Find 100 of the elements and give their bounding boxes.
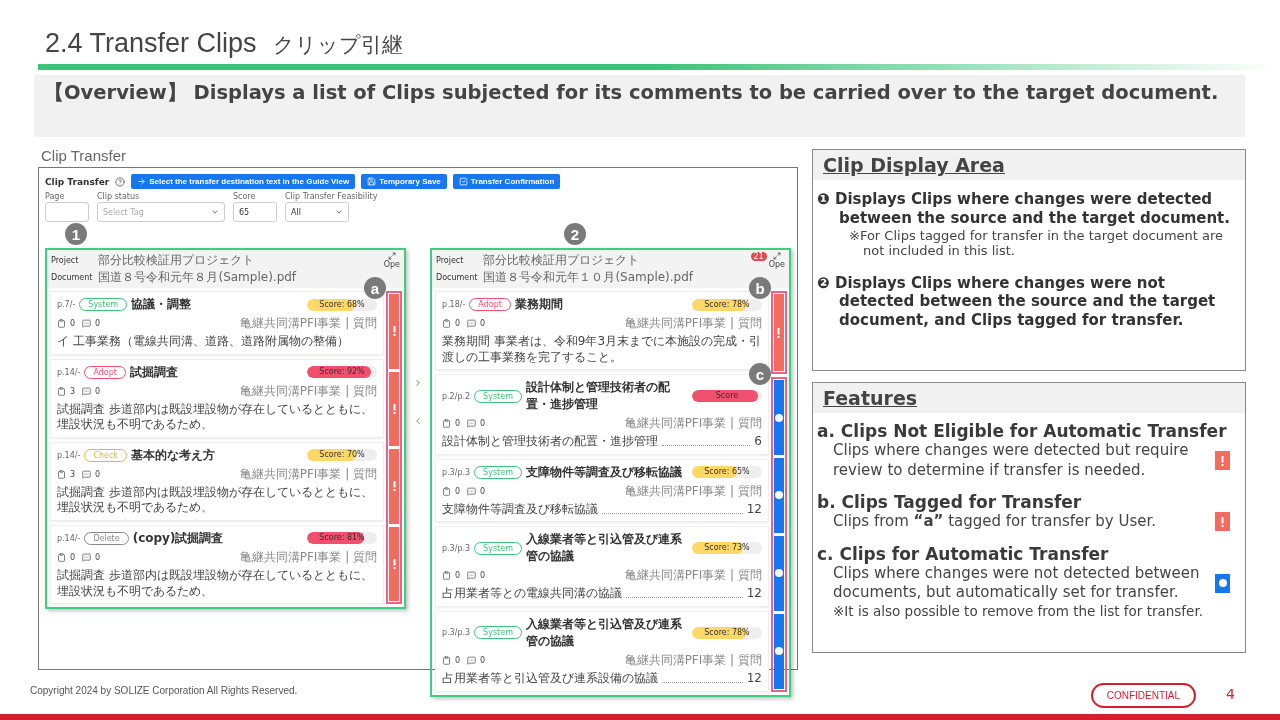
page-reference: 6 [754,434,762,450]
alert-marker[interactable] [389,449,399,524]
clipboard-icon [57,469,66,479]
document-name: 国道８号令和元年１０月(Sample).pdf [483,269,694,286]
clip-title: 業務期間 [514,296,564,313]
clipboard-icon [441,655,451,665]
description-text: ❷ Displays Clips where changes were not detected between the source and the target document, and Clips tagged for transfer. [817,273,1217,330]
clip-title: 試掘調査 [129,363,179,381]
description-text: ❶ Displays Clips where changes were detected between the source and the target document. [817,190,1231,228]
clip-meta: 亀継共同溝PFI事業 | 質問 [624,651,762,669]
page-reference: 12 [746,670,762,687]
clip-card[interactable]: p.14/- Adopt 試掘調査 Score: 92% 3 0 亀継共同溝PFI事業 | 質問 試掘調査 歩道部内は既設埋設物が存在しているとともに、埋設状況も不明であるため、 [50,358,384,438]
save-icon [367,177,377,186]
auto-marker[interactable] [774,535,784,611]
toolbar-button[interactable]: Temporary Save [361,174,447,189]
clipboard-icon [57,386,66,396]
clip-title: 設計体制と管理技術者の配置・進捗管理 [525,379,671,414]
comment-icon [467,655,477,665]
document-count: 3 [70,469,76,479]
chevron-left-icon[interactable] [413,416,423,426]
comment-count: 0 [480,571,486,581]
dot-icon [1218,579,1227,587]
comment-icon [82,552,92,562]
clip-title: 基本的な考え方 [131,446,216,464]
comment-icon [467,571,477,581]
document-label: Document [435,273,478,282]
alert-marker[interactable] [389,526,399,602]
score-text: Score: 70% [318,449,366,462]
project-name: 部分比較検証用プロジェクト [483,252,640,269]
document-name: 国道８号令和元年８月(Sample).pdf [98,269,297,286]
count-badge: 21 [750,252,767,261]
clip-text: 試掘調査 歩道部内は既設埋設物が存在しているとともに、埋設状況も不明であるため、 [57,484,374,516]
comment-icon [467,486,477,496]
help-icon[interactable] [115,176,126,187]
chevron-right-icon[interactable] [413,378,423,388]
auto-marker[interactable] [774,457,784,533]
page-number: p.18/- [441,300,466,309]
clip-title: 入線業者等と引込管及び連系管の協議 [525,615,683,650]
filter-label: Score [233,192,257,201]
toolbar-button[interactable]: Select the transfer destination text in the Guide View [131,174,356,189]
clip-card[interactable]: p.14/- Delete (copy)試掘調査 Score: 81% 0 0 亀継共同溝PFI事業 | 質問 試掘調査 歩道部内は既設埋設物が存在しているとともに、埋設状況も不明であるため、 [50,524,384,605]
clip-text: 試掘調査 歩道部内は既設埋設物が存在しているとともに、埋設状況も不明であるため、 [57,401,374,433]
input-field[interactable]: 65 [233,202,277,222]
box-title: Features [823,387,918,409]
clip-text: 設計体制と管理技術者の配置・進捗管理 [441,434,658,450]
expand-icon[interactable] [772,252,781,260]
page-reference: 12 [746,501,762,518]
note-text: ※For Clips tagged for transfer in the target document are not included in this list. [848,227,1225,258]
comment-count: 0 [95,469,101,479]
document-count: 0 [454,419,461,429]
clip-text: 試掘調査 歩道部内は既設埋設物が存在しているとともに、埋設状況も不明であるため、 [57,567,374,600]
score-text: Score: 81% [318,532,366,545]
toolbar-button[interactable]: Transfer Confirmation [452,174,561,189]
comment-icon [82,469,92,479]
clip-meta: 亀継共同溝PFI事業 | 質問 [239,382,377,400]
document-count: 0 [454,571,461,581]
overview-text: 【Overview】 Displays a list of Clips subjected for its comments to be carried over to the target document. [34,75,1245,137]
clipboard-icon [441,571,451,581]
clipboard-icon [57,319,66,328]
dot-icon [775,413,783,422]
exclamation-icon [392,403,396,414]
clip-meta: 亀継共同溝PFI事業 | 質問 [239,315,377,332]
exclamation-icon [392,326,396,337]
document-count: 3 [70,386,76,396]
dropdown-field[interactable]: All [285,202,349,222]
clip-card[interactable]: p.14/- Check 基本的な考え方 Score: 70% 3 0 亀継共同溝PFI事業 | 質問 試掘調査 歩道部内は既設埋設物が存在しているとともに、埋設状況も不明であるため、 [50,441,384,521]
comment-count: 0 [480,486,486,496]
comment-icon [467,419,477,429]
page-number: p.3/p.3 [441,543,471,553]
comment-count: 0 [480,419,486,429]
alert-marker[interactable] [389,371,399,447]
auto-marker[interactable] [774,613,784,689]
feature-heading: c. Clips for Automatic Transfer [817,543,1109,564]
comment-count: 0 [95,386,101,396]
expand-icon[interactable] [387,252,396,260]
document-count: 0 [454,655,461,665]
feature-description: Clips where changes were not detected between documents, but automatically set for transfer. [832,563,1201,603]
chevron-down-icon [211,208,219,216]
auto-marker[interactable] [774,380,784,455]
clip-text: イ 工事業務（電線共同溝、道路、道路附属物の整備） [57,334,350,350]
alert-marker[interactable] [389,294,399,369]
clip-title: 入線業者等と引込管及び連系管の協議 [525,531,683,566]
page-number: p.7/- [57,300,76,309]
screenshot-caption: Clip Transfer [41,147,128,166]
score-text: Score [714,390,740,403]
page-number: p.3/p.3 [441,467,471,477]
document-label: Document [51,273,93,282]
feature-heading: b. Clips Tagged for Transfer [817,492,1082,512]
project-label: Project [51,256,79,265]
confidential-label: CONFIDENTIAL [1090,683,1197,708]
slide-title: 2.4 Transfer Clips [45,28,257,59]
open-label[interactable]: Ope [383,260,400,269]
page-number: p.14/- [57,450,81,460]
comment-count: 0 [95,319,101,328]
open-label[interactable]: Ope [768,260,785,269]
slide-subtitle: クリップ引継 [272,32,403,59]
clipboard-icon [441,486,451,496]
comment-icon [82,319,92,328]
clip-title: 支障物件等調査及び移転協議 [525,463,683,481]
input-field[interactable] [45,202,89,222]
